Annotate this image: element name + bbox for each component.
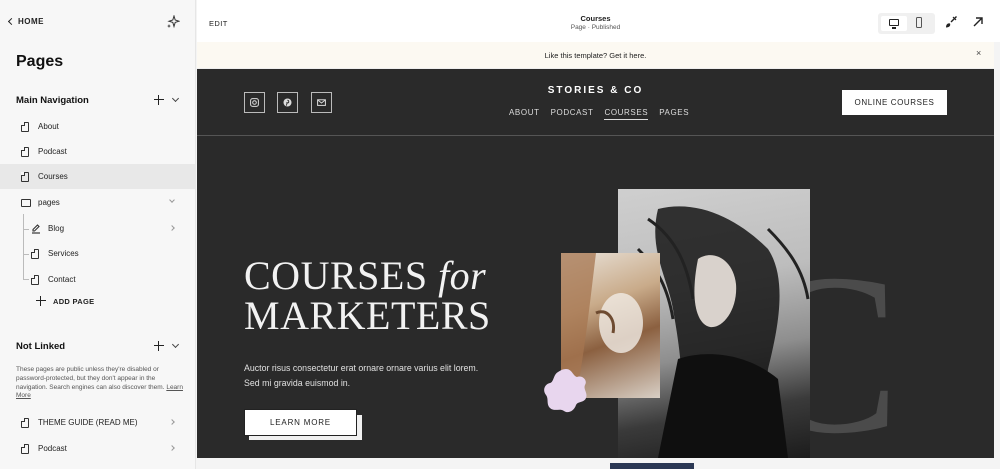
learn-more-button[interactable]: LEARN MORE	[244, 409, 357, 436]
add-page-button[interactable]: ADD PAGE	[36, 296, 94, 306]
chevron-left-icon	[7, 17, 16, 26]
hero-body: Auctor risus consectetur erat ornare orn…	[244, 363, 479, 388]
page-icon	[21, 172, 29, 182]
chevron-right-icon[interactable]	[169, 419, 175, 425]
hero-heading-italic: for	[438, 253, 487, 298]
chevron-down-icon[interactable]	[171, 94, 180, 103]
banner-link[interactable]: Like this template? Get it here.	[197, 51, 994, 60]
sidebar-item-label: pages	[38, 198, 60, 207]
flower-decoration	[544, 369, 587, 413]
add-page-label: ADD PAGE	[53, 296, 95, 306]
add-icon	[36, 296, 46, 306]
sidebar-item-podcast-unlinked[interactable]: Podcast	[0, 436, 195, 461]
site-nav-about[interactable]: ABOUT	[509, 108, 540, 120]
chevron-down-icon[interactable]	[169, 197, 175, 203]
page-icon	[21, 147, 29, 157]
page-icon	[21, 418, 29, 428]
mobile-icon	[916, 17, 922, 28]
page-icon	[21, 122, 29, 132]
sidebar-item-podcast[interactable]: Podcast	[0, 139, 195, 164]
sidebar-item-contact[interactable]: Contact	[0, 267, 195, 292]
hero-heading: COURSES for MARKETERS	[244, 256, 491, 336]
sidebar-item-label: About	[38, 122, 59, 131]
online-courses-button[interactable]: ONLINE COURSES	[842, 90, 947, 115]
hero-heading-line1: COURSES	[244, 253, 439, 298]
app-window: HOME Pages Main Navigation About Podcast…	[0, 0, 1000, 469]
home-label: HOME	[18, 17, 44, 26]
sidebar-item-label: Services	[48, 249, 79, 258]
add-icon[interactable]	[153, 94, 165, 106]
sidebar-item-services[interactable]: Services	[0, 241, 195, 266]
sidebar-item-label: Contact	[48, 275, 76, 284]
main-navigation-header: Main Navigation	[16, 92, 182, 108]
sidebar-item-theme-guide[interactable]: THEME GUIDE (READ ME)	[0, 410, 195, 435]
desktop-icon	[889, 19, 899, 29]
close-icon[interactable]: ×	[976, 48, 981, 58]
editor-top-bar: EDIT Courses Page · Published	[197, 0, 1000, 42]
sidebar-item-blog[interactable]: Blog	[0, 216, 195, 241]
sidebar-item-label: Podcast	[38, 444, 67, 453]
main-navigation-label: Main Navigation	[16, 94, 89, 106]
site-nav-courses[interactable]: COURSES	[604, 108, 649, 120]
sidebar-item-label: Courses	[38, 172, 68, 181]
folder-icon	[21, 199, 31, 207]
external-link-icon[interactable]	[971, 15, 985, 29]
site-header: STORIES & CO ABOUT PODCAST COURSES PAGES…	[197, 69, 994, 136]
bottom-toolbar-strip[interactable]	[610, 463, 694, 469]
page-icon	[31, 275, 39, 285]
site-navigation: ABOUT PODCAST COURSES PAGES	[509, 108, 689, 120]
home-back-link[interactable]: HOME	[7, 17, 44, 26]
hero-heading-line2: MARKETERS	[244, 293, 491, 338]
chevron-down-icon[interactable]	[171, 340, 180, 349]
device-toggle	[878, 13, 935, 34]
chevron-right-icon[interactable]	[169, 445, 175, 451]
add-icon[interactable]	[153, 340, 165, 352]
page-status: Page · Published	[570, 24, 621, 31]
sparkle-icon[interactable]	[166, 15, 180, 29]
not-linked-label: Not Linked	[16, 340, 66, 352]
site-nav-podcast[interactable]: PODCAST	[551, 108, 594, 120]
not-linked-header: Not Linked	[16, 338, 182, 354]
page-icon	[21, 444, 29, 454]
site-nav-pages[interactable]: PAGES	[659, 108, 689, 120]
not-linked-description-text: These pages are public unless they're di…	[16, 366, 165, 391]
sidebar-item-pages-folder[interactable]: pages	[0, 190, 195, 215]
sidebar-title: Pages	[16, 53, 64, 70]
template-banner: Like this template? Get it here. ×	[197, 42, 994, 69]
sidebar-item-label: Podcast	[38, 147, 67, 156]
desktop-view-button[interactable]	[881, 16, 907, 31]
not-linked-description: These pages are public unless they're di…	[16, 366, 184, 401]
mobile-view-button[interactable]	[906, 16, 932, 31]
chevron-right-icon[interactable]	[169, 225, 175, 231]
sidebar-item-label: Blog	[48, 224, 65, 233]
blog-edit-icon	[32, 224, 40, 234]
sidebar-item-about[interactable]: About	[0, 114, 195, 139]
pages-sidebar: HOME Pages Main Navigation About Podcast…	[0, 0, 196, 469]
site-preview: STORIES & CO ABOUT PODCAST COURSES PAGES…	[197, 69, 994, 458]
page-title: Courses	[580, 14, 611, 23]
paintbrush-icon[interactable]	[944, 15, 958, 29]
page-icon	[31, 249, 39, 259]
sidebar-item-label: THEME GUIDE (READ ME)	[38, 418, 138, 427]
sidebar-item-courses[interactable]: Courses	[0, 164, 195, 189]
